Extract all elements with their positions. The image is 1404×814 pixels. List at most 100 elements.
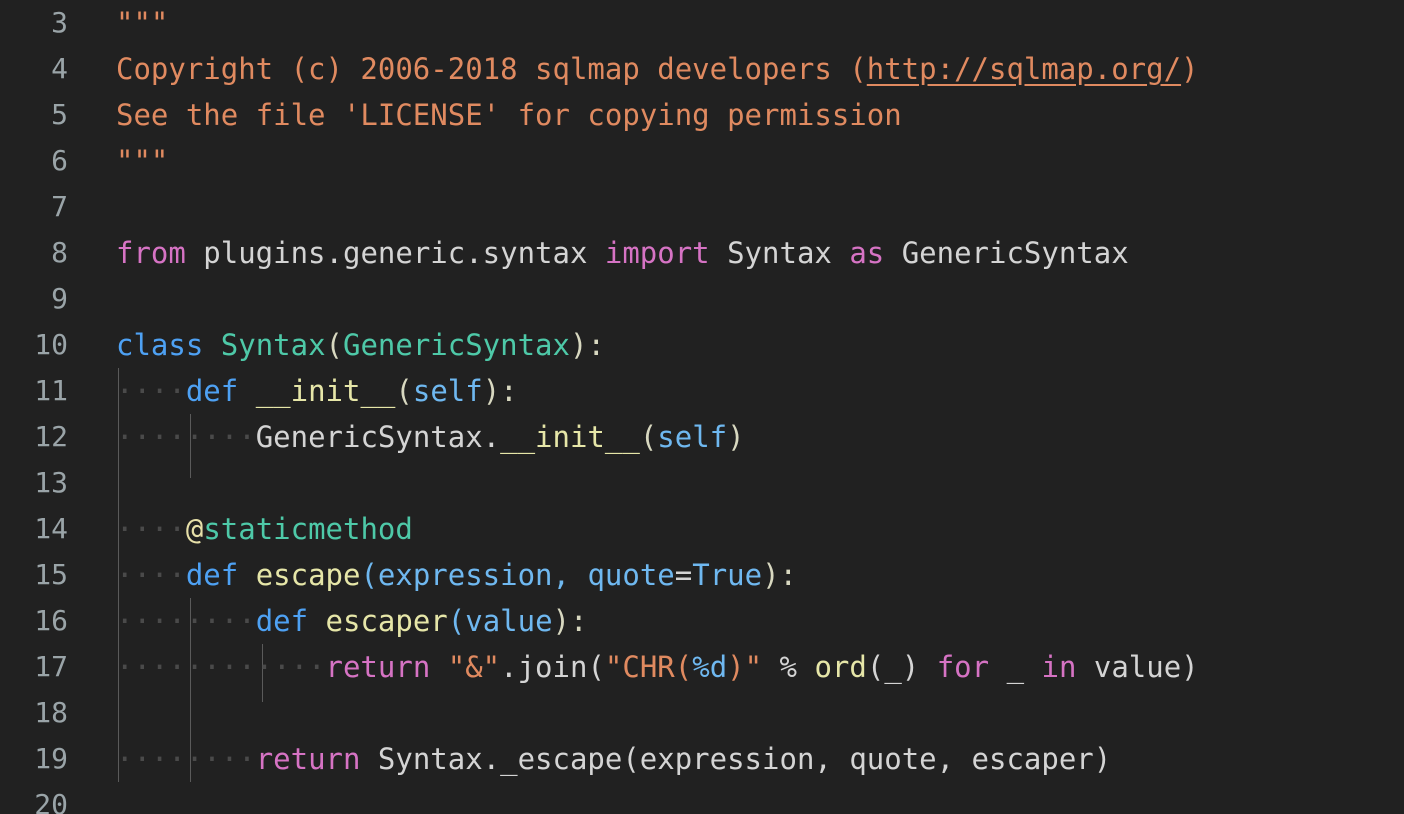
token-paren-close: ) [1181, 52, 1199, 86]
token-paren-open: ( [395, 374, 413, 408]
token-equals: = [674, 558, 693, 592]
editor-line[interactable]: 5 See the file 'LICENSE' for copying per… [0, 92, 1404, 138]
token-indent-dots: ········ [116, 420, 256, 454]
token-paren-close: ) [901, 650, 937, 684]
line-content: ········return Syntax._escape(expression… [116, 736, 1111, 782]
line-number: 3 [51, 6, 68, 39]
token-url-link[interactable]: http://sqlmap.org/ [867, 52, 1181, 86]
token-string-chr-close: )" [727, 650, 763, 684]
line-number: 4 [51, 52, 68, 85]
editor-line[interactable]: 11 ····def __init__(self): [0, 368, 1404, 414]
token-paren-open: ( [639, 420, 658, 454]
line-number: 14 [34, 512, 68, 545]
token-call-expression: Syntax._escape(expression, quote, escape… [360, 742, 1112, 776]
token-paren-colon: ): [762, 558, 797, 592]
token-indent-dots: ········ [116, 604, 256, 638]
editor-line[interactable]: 8 from plugins.generic.syntax import Syn… [0, 230, 1404, 276]
token-method-name: __init__ [500, 420, 640, 454]
line-content: ········GenericSyntax.__init__(self) [116, 414, 745, 460]
token-keyword-def: def [255, 604, 309, 638]
line-number: 13 [34, 466, 68, 499]
line-number: 8 [51, 236, 68, 269]
editor-line[interactable]: 12 ········GenericSyntax.__init__(self) [0, 414, 1404, 460]
token-paren-open: ( [360, 558, 378, 592]
editor-line[interactable]: 18 [0, 690, 1404, 736]
token-indent-dots: ···· [116, 512, 186, 546]
token-format-specifier: %d [692, 650, 728, 684]
token-paren-open: ( [587, 650, 605, 684]
token-comma: , [552, 558, 588, 592]
token-keyword-from: from [116, 236, 186, 270]
token-keyword-for: for [936, 650, 990, 684]
line-content: from plugins.generic.syntax import Synta… [116, 230, 1129, 276]
line-content: ····def escape(expression, quote=True): [116, 552, 797, 598]
token-indent-dots: ········ [116, 742, 256, 776]
line-number: 10 [34, 328, 68, 361]
token-keyword-in: in [1041, 650, 1077, 684]
editor-line[interactable]: 6 """ [0, 138, 1404, 184]
editor-line[interactable]: 3 """ [0, 0, 1404, 46]
line-content: Copyright (c) 2006-2018 sqlmap developer… [116, 46, 1199, 92]
line-content: """ [116, 0, 168, 46]
line-content: See the file 'LICENSE' for copying permi… [116, 92, 902, 138]
editor-line[interactable]: 19 ········return Syntax._escape(express… [0, 736, 1404, 782]
token-iterable-value: value) [1076, 650, 1199, 684]
line-content: class Syntax(GenericSyntax): [116, 322, 605, 368]
line-number: 9 [51, 282, 68, 315]
token-keyword-class: class [116, 328, 204, 362]
editor-line[interactable]: 20 [0, 782, 1404, 814]
token-param-value: value [465, 604, 553, 638]
line-number: 17 [34, 650, 68, 683]
line-content: ············return "&".join("CHR(%d)" % … [116, 644, 1199, 690]
token-imported-name: Syntax [709, 236, 850, 270]
token-copyright-text: Copyright (c) 2006-2018 sqlmap developer… [116, 52, 867, 86]
token-keyword-import: import [604, 236, 710, 270]
token-docstring-close: """ [116, 144, 169, 178]
token-function-name: escape [238, 558, 361, 592]
editor-line[interactable]: 4 Copyright (c) 2006-2018 sqlmap develop… [0, 46, 1404, 92]
editor-line[interactable]: 7 [0, 184, 1404, 230]
token-param-quote: quote [587, 558, 675, 592]
token-keyword-return: return [325, 650, 431, 684]
line-content: ····@staticmethod [116, 506, 413, 552]
token-indent-dots: ···· [116, 374, 186, 408]
line-content: ····def __init__(self): [116, 368, 518, 414]
line-number: 6 [51, 144, 68, 177]
token-decorator-name: staticmethod [203, 512, 413, 546]
token-indent-dots: ············ [116, 650, 326, 684]
token-paren-close: ) [727, 420, 745, 454]
editor-line[interactable]: 17 ············return "&".join("CHR(%d)"… [0, 644, 1404, 690]
token-docstring-open: """ [116, 6, 169, 40]
token-base-class: GenericSyntax [343, 328, 570, 362]
token-paren-open: ( [325, 328, 343, 362]
token-modulo-operator: % [762, 650, 815, 684]
editor-line[interactable]: 13 [0, 460, 1404, 506]
indent-guide [190, 690, 191, 736]
editor-line[interactable]: 15 ····def escape(expression, quote=True… [0, 552, 1404, 598]
line-number: 5 [51, 98, 68, 131]
token-keyword-def: def [185, 374, 239, 408]
token-indent-dots: ···· [116, 558, 186, 592]
token-keyword-def: def [185, 558, 239, 592]
token-paren-colon: ): [569, 328, 605, 362]
editor-line[interactable]: 9 [0, 276, 1404, 322]
token-license-text: See the file 'LICENSE' for copying permi… [116, 98, 902, 132]
editor-line[interactable]: 14 ····@staticmethod [0, 506, 1404, 552]
line-number: 7 [51, 190, 68, 223]
token-default-true: True [692, 558, 763, 592]
token-builtin-ord: ord [814, 650, 867, 684]
token-paren-open: ( [866, 650, 885, 684]
token-paren-colon: ): [552, 604, 588, 638]
token-module-path: plugins.generic.syntax [185, 236, 605, 270]
code-editor[interactable]: 3 """ 4 Copyright (c) 2006-2018 sqlmap d… [0, 0, 1404, 814]
line-number: 19 [34, 742, 68, 775]
editor-line[interactable]: 10 class Syntax(GenericSyntax): [0, 322, 1404, 368]
token-param-self: self [412, 374, 483, 408]
token-string-amp: "&" [447, 650, 501, 684]
line-content: ········def escaper(value): [116, 598, 587, 644]
token-paren-colon: ): [482, 374, 518, 408]
editor-line[interactable]: 16 ········def escaper(value): [0, 598, 1404, 644]
token-keyword-as: as [849, 236, 885, 270]
line-content: """ [116, 138, 168, 184]
indent-guide [118, 460, 119, 506]
